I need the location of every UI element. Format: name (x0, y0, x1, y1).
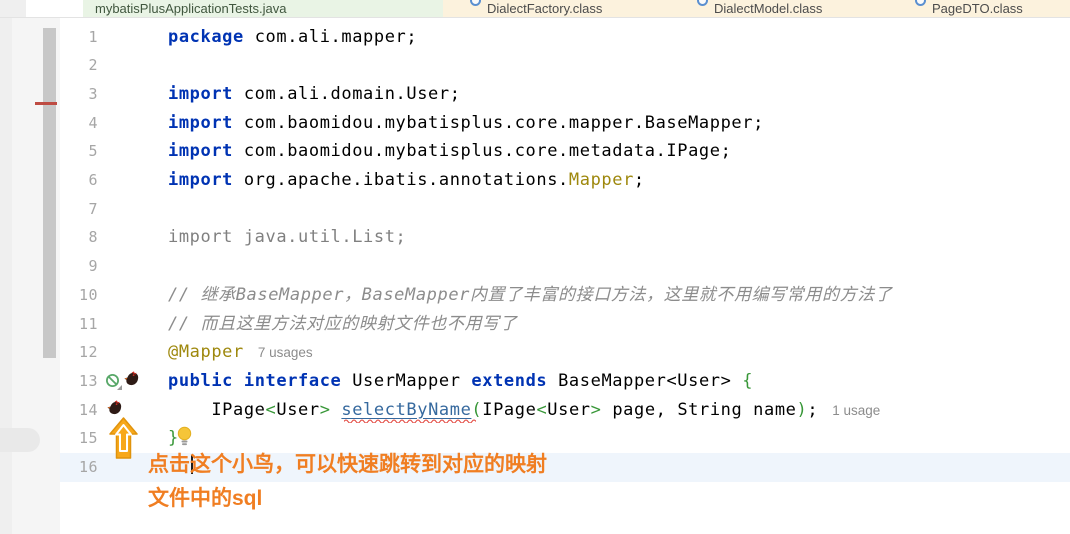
code-line[interactable]: // 而且这里方法对应的映射文件也不用写了 (168, 310, 517, 339)
tab-label: PageDTO.class (932, 1, 1023, 16)
tab-dialect-factory[interactable]: DialectFactory.class (443, 0, 673, 17)
usages-inlay-hint[interactable]: 7 usages (258, 338, 313, 367)
code-line[interactable]: package com.ali.mapper; (168, 23, 417, 52)
line-number[interactable]: 14 (60, 396, 98, 425)
annotation-text: 文件中的sql (148, 487, 263, 510)
line-number[interactable]: 6 (60, 166, 98, 195)
left-panel-edge (0, 18, 60, 534)
line-number[interactable]: 11 (60, 310, 98, 339)
line-number[interactable]: 13 (60, 367, 98, 396)
vcs-change-marker (35, 102, 57, 105)
tab-label: DialectModel.class (714, 1, 823, 16)
horizontal-scrollbar-thumb[interactable] (0, 428, 40, 452)
mybatis-bird-icon[interactable] (122, 370, 141, 389)
tab-page-dto[interactable]: PageDTO.class (895, 0, 1070, 17)
line-number[interactable]: 12 (60, 338, 98, 367)
panel-divider (0, 18, 12, 534)
ide-window: mybatisPlusApplicationTests.java Dialect… (0, 0, 1070, 534)
lightbulb-icon[interactable] (176, 426, 193, 447)
tabbar-left-stub (0, 0, 26, 17)
scrollbar-thumb[interactable] (43, 28, 56, 358)
class-icon (697, 0, 708, 6)
editor-tab-bar: mybatisPlusApplicationTests.java Dialect… (0, 0, 1070, 18)
code-line[interactable]: IPage<User> selectByName(IPage<User> pag… (168, 396, 880, 425)
up-arrow-icon (109, 417, 138, 459)
line-number[interactable]: 3 (60, 80, 98, 109)
code-line[interactable]: public interface UserMapper extends Base… (168, 367, 753, 396)
line-number[interactable]: 1 (60, 23, 98, 52)
mybatis-bird-icon[interactable] (105, 399, 124, 418)
tab-dialect-model[interactable]: DialectModel.class (673, 0, 895, 17)
line-number[interactable]: 9 (60, 252, 98, 281)
line-number[interactable]: 8 (60, 223, 98, 252)
code-line[interactable]: import org.apache.ibatis.annotations.Map… (168, 166, 645, 195)
code-line[interactable]: import com.baomidou.mybatisplus.core.map… (168, 109, 764, 138)
error-squiggle (344, 419, 476, 423)
line-number[interactable]: 16 (60, 453, 98, 482)
code-editor[interactable]: 1 2 3 4 5 6 7 8 9 10 11 12 13 14 15 16 package com.ali.… (60, 18, 1070, 534)
line-number[interactable]: 10 (60, 281, 98, 310)
tab-label: mybatisPlusApplicationTests.java (95, 1, 287, 16)
code-line[interactable]: import java.util.List; (168, 223, 406, 252)
tab-test-file[interactable]: mybatisPlusApplicationTests.java (83, 0, 443, 17)
line-number[interactable]: 2 (60, 51, 98, 80)
code-line[interactable]: // 继承BaseMapper，BaseMapper内置了丰富的接口方法，这里就… (168, 281, 892, 310)
tab-label: DialectFactory.class (487, 1, 603, 16)
line-number[interactable]: 5 (60, 137, 98, 166)
line-number[interactable]: 4 (60, 109, 98, 138)
annotation-text: 点击这个小鸟，可以快速跳转到对应的映射 (148, 453, 547, 476)
line-number[interactable]: 7 (60, 195, 98, 224)
usages-inlay-hint[interactable]: 1 usage (832, 396, 880, 425)
class-icon (915, 0, 926, 6)
code-line[interactable]: import com.ali.domain.User; (168, 80, 461, 109)
line-number[interactable]: 15 (60, 424, 98, 453)
code-line[interactable]: @Mapper 7 usages (168, 338, 313, 367)
code-line[interactable]: import com.baomidou.mybatisplus.core.met… (168, 137, 731, 166)
class-icon (470, 0, 481, 6)
